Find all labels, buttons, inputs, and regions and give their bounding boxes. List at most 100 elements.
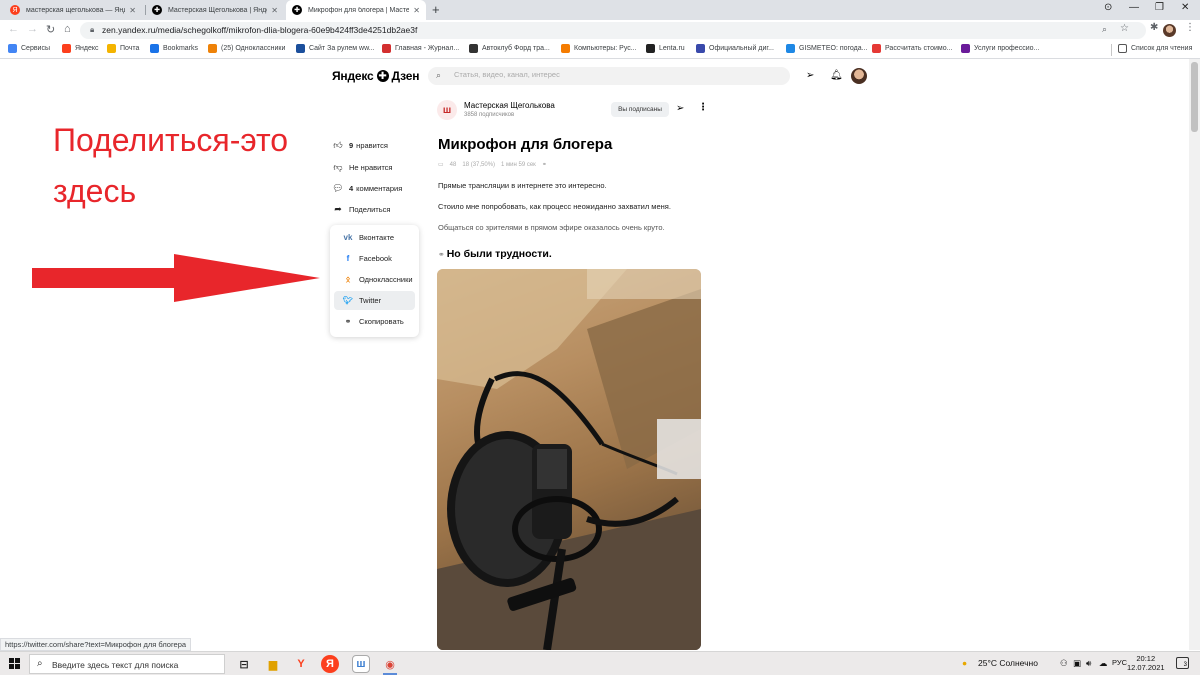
search-input[interactable] [454, 70, 774, 79]
bookmark-calculate[interactable]: Рассчитать стоимо... [872, 44, 952, 53]
people-icon[interactable]: ⚇ [1060, 658, 1068, 669]
tab-title: мастерская щеголькова — Янде [26, 6, 126, 14]
volume-icon[interactable]: 🔊︎ [1086, 658, 1091, 669]
zen-icon: ✚ [152, 5, 162, 15]
network-icon[interactable]: ▣ [1073, 658, 1081, 669]
bookmark-lenta[interactable]: Lenta.ru [646, 44, 685, 53]
channel-logo[interactable]: ш [437, 100, 457, 120]
channel-name[interactable]: Мастерская Щеголькова [464, 101, 555, 110]
bookmark-services-pro[interactable]: Услуги профессио... [961, 44, 1039, 53]
tab-title: Микрофон для блогера | Масте [308, 6, 410, 14]
bookmark-journal[interactable]: Главная - Журнал... [382, 44, 459, 53]
url-text[interactable]: zen.yandex.ru/media/schegolkoff/mikrofon… [102, 25, 417, 35]
bookmark-star-icon[interactable]: ☆ [1120, 23, 1129, 34]
chrome-icon[interactable]: ◉ [381, 655, 399, 675]
yandex-app-icon[interactable]: Я [321, 655, 339, 673]
twitter-icon: 🐦︎ [342, 296, 354, 305]
bookmark-ford-club[interactable]: Автоклуб Форд тра... [469, 44, 550, 53]
tab-3-active[interactable]: ✚ Микрофон для блогера | Масте ✕ [286, 0, 426, 20]
bookmark-odnoklassniki[interactable]: (25) Одноклассники [208, 44, 285, 53]
subscribed-button[interactable]: Вы подписаны [611, 102, 669, 117]
mail-icon [107, 44, 116, 53]
file-explorer-icon[interactable]: ▆ [264, 655, 282, 673]
w-app-icon[interactable]: ш [352, 655, 370, 673]
user-avatar[interactable] [851, 68, 867, 84]
share-facebook[interactable]: f Facebook [334, 249, 415, 268]
share-item-label: Одноклассники [359, 275, 413, 284]
maximize-icon[interactable]: ❐ [1155, 2, 1164, 13]
k-icon [561, 44, 570, 53]
browser-menu-icon[interactable]: ⋮ [1185, 22, 1195, 33]
share-button[interactable]: ➦ Поделиться [332, 204, 390, 215]
scrollbar-track[interactable] [1189, 59, 1200, 650]
scrollbar-thumb[interactable] [1191, 62, 1198, 132]
weather-sun-icon[interactable]: ● [962, 658, 967, 668]
taskbar-clock[interactable]: 20:12 12.07.2021 [1127, 654, 1165, 672]
close-icon[interactable]: ✕ [413, 6, 420, 15]
close-window-icon[interactable]: ✕ [1181, 2, 1189, 13]
share-twitter[interactable]: 🐦︎ Twitter [334, 291, 415, 310]
zen-plus-icon: ✚ [376, 70, 389, 82]
close-icon[interactable]: ✕ [129, 6, 136, 15]
taskbar-search[interactable]: ⌕ Введите здесь текст для поиска [29, 654, 225, 674]
back-arrow-icon[interactable]: ← [8, 23, 19, 35]
bookmark-yandex[interactable]: Яндекс [62, 44, 99, 53]
weather-drop-icon [786, 44, 795, 53]
like-button[interactable]: 👍︎ 9 нравится [332, 140, 388, 151]
share-copy-link[interactable]: ⚭ Скопировать [334, 312, 415, 331]
extensions-puzzle-icon[interactable]: ✱ [1150, 22, 1158, 33]
bell-icon[interactable]: 🔔︎ [830, 70, 843, 81]
search-bar[interactable]: ⌕ [428, 67, 790, 85]
bookmark-label: Яндекс [75, 45, 99, 52]
language-indicator[interactable]: РУС [1112, 658, 1127, 667]
bookmark-computers[interactable]: Компьютеры: Рус... [561, 44, 637, 53]
weather-text[interactable]: 25°C Солнечно [978, 658, 1038, 668]
link-icon[interactable]: ⚭ [542, 161, 547, 168]
windows-start-icon[interactable] [9, 658, 20, 669]
share-arrow-icon[interactable]: ➢ [676, 103, 684, 114]
onedrive-icon[interactable]: ☁ [1099, 658, 1108, 669]
bookmark-services[interactable]: Сервисы [8, 44, 50, 53]
address-bar[interactable]: 🔒︎ zen.yandex.ru/media/schegolkoff/mikro… [80, 22, 1146, 39]
yandex-browser-icon[interactable]: Y [292, 655, 310, 673]
anchor-link-icon[interactable]: ⚭ [438, 250, 445, 259]
send-icon[interactable]: ➢ [806, 70, 814, 81]
zen-logo[interactable]: Яндекс ✚ Дзен [332, 69, 419, 83]
bookmark-mail[interactable]: Почта [107, 44, 139, 53]
reading-list[interactable]: Список для чтения [1118, 44, 1192, 53]
media-icon[interactable]: ⊙ [1104, 2, 1112, 13]
channel-subscribers: 3858 подписчиков [464, 112, 515, 118]
services-icon [961, 44, 970, 53]
reload-icon[interactable]: ↻ [46, 23, 55, 36]
share-arrow-icon: ➦ [334, 204, 342, 214]
share-vk[interactable]: vk Вконтакте [334, 228, 415, 247]
profile-avatar[interactable] [1163, 24, 1176, 37]
close-icon[interactable]: ✕ [271, 6, 278, 15]
forward-arrow-icon[interactable]: → [27, 23, 38, 35]
link-icon: ⚭ [344, 317, 352, 326]
more-dots-icon[interactable]: ⋮ [698, 102, 708, 113]
tab-2[interactable]: ✚ Мастерская Щеголькова | Янде ✕ [146, 0, 284, 20]
share-item-label: Twitter [359, 296, 382, 305]
new-tab-plus-icon[interactable]: + [432, 2, 440, 17]
notification-center-icon[interactable]: 3 [1176, 657, 1189, 669]
search-icon: ⌕ [436, 70, 442, 80]
minimize-icon[interactable]: — [1129, 2, 1139, 13]
bookmark-label: (25) Одноклассники [221, 45, 286, 52]
dislike-button[interactable]: 👎︎ Не нравится [332, 162, 392, 173]
bookmark-label: Услуги профессио... [974, 45, 1040, 52]
lock-icon[interactable]: 🔒︎ [90, 25, 94, 35]
bookmark-bookmarks[interactable]: Bookmarks [150, 44, 198, 53]
comments-button[interactable]: 💬︎ 4 комментария [332, 183, 402, 194]
tab-1[interactable]: Я мастерская щеголькова — Янде ✕ [4, 0, 142, 20]
home-icon[interactable]: ⌂ [64, 23, 71, 35]
meta-time: 1 мин 59 сек [501, 161, 536, 168]
bookmark-gismeteo[interactable]: GISMETEO: погода... [786, 44, 867, 53]
task-view-icon[interactable]: ⊟ [235, 655, 253, 673]
bookmark-zarulem[interactable]: Сайт За рулем ww... [296, 44, 375, 53]
search-icon[interactable]: ⌕ [1102, 24, 1107, 35]
share-odnoklassniki[interactable]: ᛟ Одноклассники [334, 270, 415, 289]
article-photo-microphone[interactable] [437, 269, 701, 650]
bookmark-official[interactable]: Официальный диг... [696, 44, 774, 53]
paragraph: Прямые трансляции в интернете это интере… [438, 181, 607, 190]
